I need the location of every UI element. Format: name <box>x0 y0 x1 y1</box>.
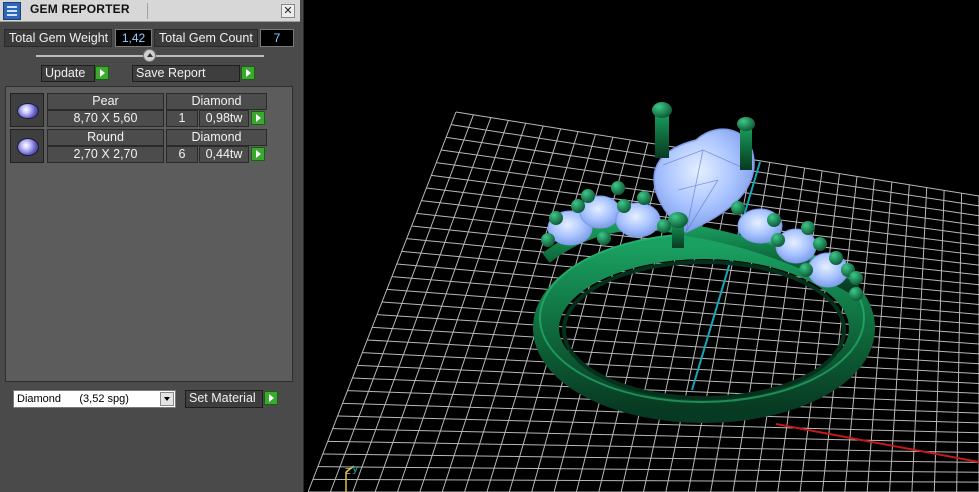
slider-knob-icon[interactable] <box>143 49 156 62</box>
total-gem-count-value: 7 <box>260 29 294 47</box>
round-gem-thumbnail-icon[interactable] <box>10 129 44 163</box>
gem-reporter-app-icon <box>3 2 21 20</box>
gem-material: Diamond <box>166 93 267 110</box>
gem-count: 6 <box>166 146 198 163</box>
grid-line <box>777 170 823 492</box>
gem-row-round[interactable]: Round Diamond 2,70 X 2,70 6 0,44tw <box>10 129 268 163</box>
title-bar: GEM REPORTER ✕ <box>0 0 300 22</box>
gem-row-pear[interactable]: Pear Diamond 8,70 X 5,60 1 0,98tw <box>10 93 268 127</box>
viewport-canvas[interactable]: z y <box>308 0 979 492</box>
total-gem-weight-value: 1,42 <box>115 29 152 47</box>
grid-line <box>377 314 979 355</box>
axis-label-z: z <box>345 464 351 477</box>
title-divider <box>147 3 148 19</box>
gem-size: 8,70 X 5,60 <box>47 110 164 127</box>
3d-viewport[interactable]: z y <box>308 0 979 492</box>
set-material-go-icon[interactable] <box>264 391 278 405</box>
save-report-button[interactable]: Save Report <box>132 65 240 82</box>
window-title: GEM REPORTER <box>30 2 130 16</box>
gem-select-go-icon[interactable] <box>251 111 265 125</box>
gem-size: 2,70 X 2,70 <box>47 146 164 163</box>
gem-select-go-icon[interactable] <box>251 147 265 161</box>
grid-line <box>357 364 979 394</box>
update-go-icon[interactable] <box>95 66 109 80</box>
material-dropdown-value: Diamond (3,52 spg) <box>17 393 129 405</box>
gem-weight: 0,44tw <box>199 146 249 163</box>
gem-count: 1 <box>166 110 198 127</box>
grid-line <box>332 428 979 444</box>
material-dropdown[interactable]: Diamond (3,52 spg) <box>13 390 176 408</box>
close-icon[interactable]: ✕ <box>281 4 295 18</box>
gem-weight: 0,98tw <box>199 110 249 127</box>
gem-reporter-panel: GEM REPORTER ✕ Total Gem Weight 1,42 Tot… <box>0 0 304 492</box>
gem-shape: Pear <box>47 93 164 110</box>
total-gem-weight-label: Total Gem Weight <box>4 29 112 47</box>
axis-label-y: y <box>352 462 359 475</box>
grid-line <box>322 453 979 463</box>
axis-gizmo: z y <box>345 462 359 492</box>
gem-list: Pear Diamond 8,70 X 5,60 1 0,98tw Round … <box>5 86 293 382</box>
gem-shape: Round <box>47 129 164 146</box>
save-report-go-icon[interactable] <box>241 66 255 80</box>
set-material-button[interactable]: Set Material <box>185 390 263 408</box>
pear-gem-thumbnail-icon[interactable] <box>10 93 44 127</box>
update-button[interactable]: Update <box>41 65 95 82</box>
gem-material: Diamond <box>166 129 267 146</box>
chevron-down-icon[interactable] <box>160 392 174 406</box>
ground-grid <box>308 111 979 492</box>
total-gem-count-label: Total Gem Count <box>154 29 258 47</box>
